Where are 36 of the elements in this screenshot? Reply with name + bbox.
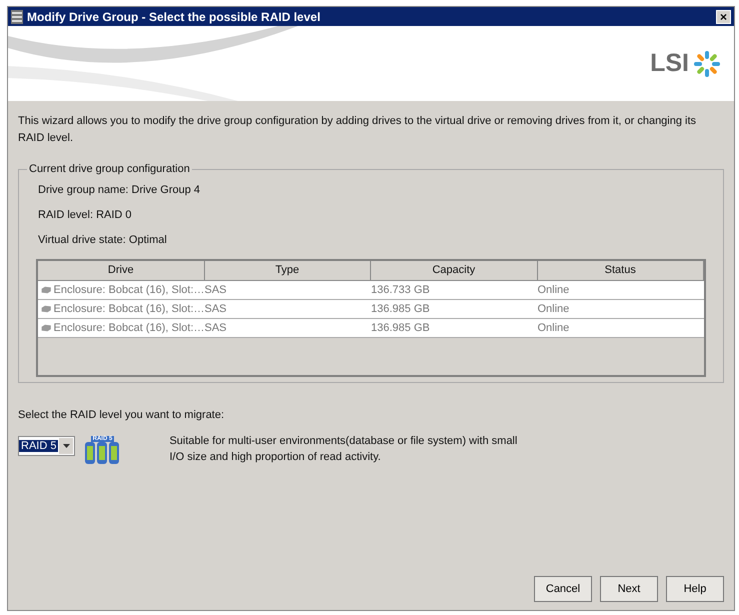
- close-button[interactable]: ×: [716, 10, 731, 24]
- caret-icon: [62, 444, 70, 448]
- column-header[interactable]: Drive: [38, 261, 204, 281]
- intro-text: This wizard allows you to modify the drive group configuration by adding drives to the virtual drive or removing drives from it, or changing its RAID level.: [18, 114, 698, 146]
- drive-icon: [41, 323, 52, 333]
- drive-icon: [41, 304, 52, 314]
- raid-dropdown[interactable]: RAID 5: [18, 436, 76, 456]
- table-cell: Enclosure: Bobcat (16), Slot:…: [53, 284, 204, 296]
- starburst-icon: [692, 48, 722, 78]
- table-cell: SAS: [204, 322, 227, 334]
- table-cell: 136.985 GB: [371, 303, 430, 315]
- table-cell: Online: [538, 322, 570, 334]
- group-legend: Current drive group configuration: [27, 163, 192, 175]
- logo-text: LSI: [650, 49, 689, 78]
- column-header[interactable]: Status: [538, 261, 704, 281]
- table-cell: Enclosure: Bobcat (16), Slot:…: [53, 303, 204, 315]
- table-cell: Enclosure: Bobcat (16), Slot:…: [53, 322, 204, 334]
- table-cell: SAS: [204, 303, 227, 315]
- info-label: Drive group name: Drive Group 4: [38, 184, 202, 196]
- prompt-label: Select the RAID level you want to migrate:: [18, 409, 226, 421]
- table-cell: 136.733 GB: [371, 284, 430, 296]
- table-cell: 136.985 GB: [371, 322, 430, 334]
- dialog-button[interactable]: Help: [666, 576, 724, 602]
- window-title: Modify Drive Group - Select the possible RAID level: [27, 10, 322, 24]
- drive-icon: [41, 285, 52, 295]
- server-icon: [11, 10, 23, 24]
- table-cell: Online: [538, 303, 570, 315]
- column-header[interactable]: Type: [204, 261, 371, 281]
- info-label: RAID level: RAID 0: [38, 209, 133, 221]
- table-cell: Online: [538, 284, 570, 296]
- table-cell: SAS: [204, 284, 227, 296]
- description-text: Suitable for multi-user environments(database or file system) with small I/O size and high proportion of read activity.: [169, 434, 518, 465]
- info-label: Virtual drive state: Optimal: [38, 234, 168, 246]
- dialog-button[interactable]: Next: [600, 576, 658, 602]
- dialog-button[interactable]: Cancel: [534, 576, 592, 602]
- column-header[interactable]: Capacity: [371, 261, 538, 281]
